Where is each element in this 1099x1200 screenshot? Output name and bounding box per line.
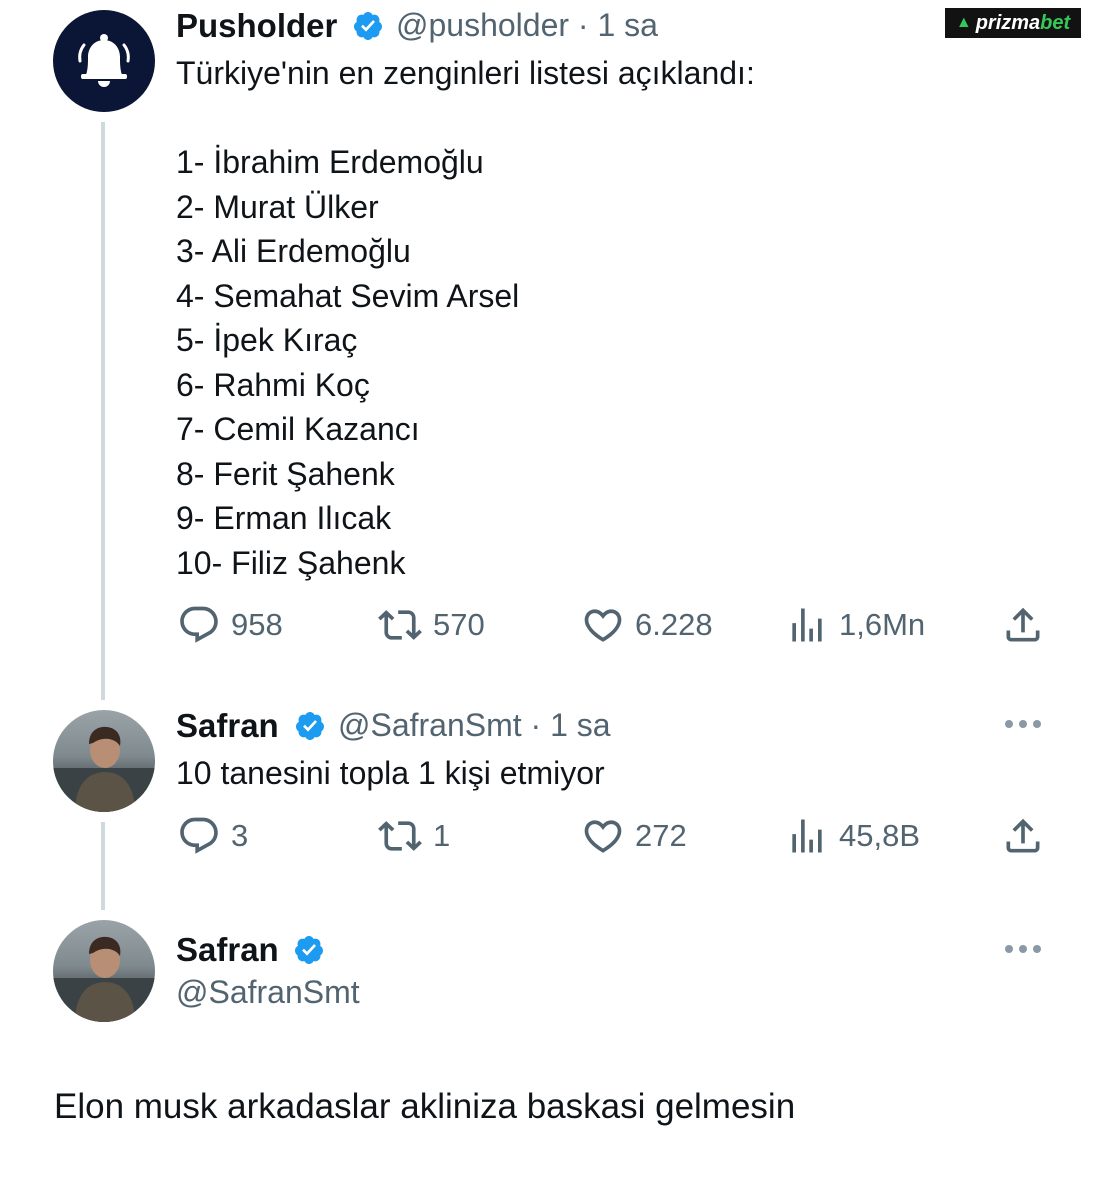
tweet-text: Elon musk arkadaslar akliniza baskasi ge… [54, 1087, 796, 1126]
dot-icon [1033, 720, 1041, 728]
heart-icon [584, 609, 622, 642]
dot-icon [1019, 720, 1027, 728]
author-handle[interactable]: @SafranSmt [176, 974, 360, 1011]
dot-icon [1005, 720, 1013, 728]
profile-photo [53, 726, 155, 812]
reply-icon [180, 817, 218, 854]
views-button[interactable]: 45,8B [785, 814, 920, 858]
thread-line [101, 822, 105, 910]
retweet-icon [378, 610, 422, 640]
author-handle[interactable]: @pusholder · 1 sa [396, 7, 658, 44]
author-name[interactable]: Safran [176, 707, 279, 745]
avatar-pusholder[interactable] [53, 10, 155, 112]
views-button[interactable]: 1,6Mn [785, 603, 925, 647]
retweet-count: 1 [433, 818, 451, 853]
share-icon [1006, 818, 1040, 853]
retweet-button[interactable]: 570 [377, 603, 485, 647]
dot-icon [1033, 945, 1041, 953]
triangle-icon: ▲ [955, 14, 972, 31]
retweet-icon [378, 821, 422, 851]
tweet-text: Türkiye'nin en zenginleri listesi açıkla… [176, 55, 755, 581]
views-count: 1,6Mn [839, 607, 926, 642]
tweet-time[interactable]: · 1 sa [531, 707, 611, 743]
reply-count: 958 [231, 607, 283, 642]
reply-button[interactable]: 958 [177, 603, 283, 647]
retweet-count: 570 [433, 607, 485, 642]
logo-text-2: bet [1040, 11, 1071, 34]
share-button[interactable] [1001, 814, 1045, 858]
like-count: 6.228 [635, 607, 713, 642]
avatar-safran[interactable] [53, 710, 155, 812]
share-button[interactable] [1001, 603, 1045, 647]
logo-text-1: prizma [975, 11, 1041, 34]
author-name[interactable]: Pusholder [176, 7, 337, 45]
thread-line [101, 122, 105, 700]
avatar-safran[interactable] [53, 920, 155, 1022]
views-icon [792, 819, 822, 853]
views-count: 45,8B [839, 818, 921, 853]
profile-photo [53, 936, 155, 1022]
reply-button[interactable]: 3 [177, 814, 248, 858]
verified-badge-icon [295, 712, 324, 740]
dot-icon [1005, 945, 1013, 953]
prizmabet-logo: ▲ prizma bet [945, 8, 1081, 38]
views-icon [792, 608, 822, 642]
dot-icon [1019, 945, 1027, 953]
tweet-text: 10 tanesini topla 1 kişi etmiyor [176, 755, 605, 791]
author-handle[interactable]: @SafranSmt · 1 sa [338, 707, 611, 744]
like-count: 272 [635, 818, 687, 853]
retweet-button[interactable]: 1 [377, 814, 450, 858]
reply-count: 3 [231, 818, 249, 853]
heart-icon [584, 820, 622, 853]
more-options-button[interactable] [1005, 945, 1041, 953]
handle-text: @pusholder [396, 7, 570, 43]
like-button[interactable]: 272 [581, 814, 687, 858]
verified-badge-icon [294, 936, 323, 964]
author-name[interactable]: Safran [176, 931, 279, 969]
tweet-time[interactable]: · 1 sa [578, 7, 658, 43]
like-button[interactable]: 6.228 [581, 603, 713, 647]
bell-icon [78, 34, 130, 87]
share-icon [1006, 607, 1040, 642]
handle-text: @SafranSmt [338, 707, 522, 743]
reply-icon [180, 606, 218, 643]
more-options-button[interactable] [1005, 720, 1041, 728]
verified-badge-icon [353, 12, 382, 40]
